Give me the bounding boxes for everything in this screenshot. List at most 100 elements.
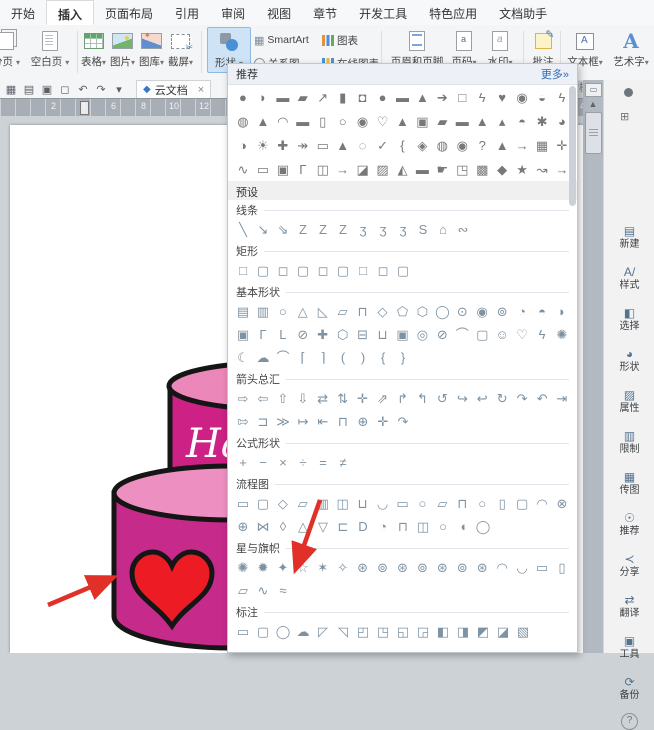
shape-swatch[interactable]: △ — [293, 300, 313, 323]
shape-swatch[interactable]: ↻ — [492, 387, 512, 410]
shape-swatch[interactable]: ◭ — [393, 158, 413, 181]
shape-swatch[interactable]: ↷ — [512, 387, 532, 410]
shape-swatch[interactable]: ◩ — [473, 620, 493, 643]
shape-swatch[interactable]: ↱ — [393, 387, 413, 410]
shape-swatch[interactable]: ♡ — [373, 110, 393, 133]
shape-swatch[interactable]: ◪ — [353, 158, 373, 181]
shape-swatch[interactable]: ▭ — [233, 620, 253, 643]
shape-swatch[interactable]: ◲ — [413, 620, 433, 643]
shape-swatch[interactable]: ◊ — [273, 515, 293, 538]
shape-swatch[interactable]: ÷ — [293, 451, 313, 474]
shape-swatch[interactable]: ▲ — [253, 110, 273, 133]
shape-swatch[interactable]: ▣ — [393, 323, 413, 346]
shape-swatch[interactable]: ⊐ — [253, 410, 273, 433]
shape-swatch[interactable]: ▽ — [313, 515, 333, 538]
shape-swatch[interactable]: ↪ — [452, 387, 472, 410]
shape-swatch[interactable]: ◻ — [273, 259, 293, 282]
shape-swatch[interactable]: ◯ — [473, 515, 493, 538]
shape-swatch[interactable]: ≫ — [273, 410, 293, 433]
shape-swatch[interactable]: ☁ — [293, 620, 313, 643]
shape-swatch[interactable]: ✦ — [273, 556, 293, 579]
shape-swatch[interactable]: ▭ — [393, 492, 413, 515]
shape-swatch[interactable]: ⊛ — [393, 556, 413, 579]
shape-swatch[interactable]: ✺ — [233, 556, 253, 579]
shape-swatch[interactable]: ▨ — [373, 158, 393, 181]
shape-swatch[interactable]: ⊚ — [452, 556, 472, 579]
shape-swatch[interactable]: ʒ — [393, 218, 413, 241]
shape-swatch[interactable]: ⊓ — [393, 515, 413, 538]
shape-swatch[interactable]: ⇧ — [273, 387, 293, 410]
shape-swatch[interactable]: ⇤ — [313, 410, 333, 433]
shape-swatch[interactable]: ▢ — [393, 259, 413, 282]
shape-swatch[interactable]: ▲ — [393, 110, 413, 133]
shape-swatch[interactable]: ◫ — [413, 515, 433, 538]
shape-swatch[interactable]: □ — [452, 86, 472, 109]
shape-swatch[interactable]: △ — [293, 515, 313, 538]
shape-swatch[interactable]: ▭ — [253, 158, 273, 181]
shape-swatch[interactable]: ☛ — [432, 158, 452, 181]
tab-doc-assistant[interactable]: 文档助手 — [488, 0, 558, 25]
shape-swatch[interactable]: ⊏ — [333, 515, 353, 538]
picture-button[interactable]: 图片▾ — [108, 28, 137, 70]
shape-swatch[interactable]: ○ — [273, 300, 293, 323]
shape-swatch[interactable]: ↠ — [293, 134, 313, 157]
shape-swatch[interactable]: ▩ — [472, 158, 492, 181]
undo-icon[interactable]: ↶ — [76, 83, 90, 96]
shape-swatch[interactable]: ⇄ — [313, 387, 333, 410]
shape-swatch[interactable]: ◆ — [492, 158, 512, 181]
scrollbar-thumb[interactable] — [585, 112, 602, 154]
shape-swatch[interactable]: ▬ — [293, 110, 313, 133]
shape-swatch[interactable]: ☀ — [253, 134, 273, 157]
print-icon[interactable]: ▣ — [40, 83, 54, 96]
shape-swatch[interactable]: ▣ — [273, 158, 293, 181]
shape-swatch[interactable]: ◠ — [492, 556, 512, 579]
shape-swatch[interactable]: ↦ — [293, 410, 313, 433]
shape-swatch[interactable]: + — [233, 451, 253, 474]
shape-swatch[interactable]: □ — [233, 259, 253, 282]
shape-swatch[interactable]: ◍ — [432, 134, 452, 157]
shape-swatch[interactable]: ○ — [412, 492, 432, 515]
shape-swatch[interactable]: ⇗ — [373, 387, 393, 410]
shape-swatch[interactable]: ◎ — [412, 323, 432, 346]
chart-button[interactable]: 图表 — [322, 32, 358, 48]
shape-swatch[interactable]: ◠ — [532, 492, 552, 515]
blank-page-button[interactable]: 空白页 ▾ — [26, 28, 74, 70]
sidebar-item-share[interactable]: ≺ 分享 — [604, 552, 654, 579]
shape-swatch[interactable]: ◺ — [313, 300, 333, 323]
shape-swatch[interactable]: ▱ — [432, 492, 452, 515]
scroll-up-icon[interactable]: ▲ — [583, 99, 603, 109]
document-tab[interactable]: ◆ 云文档 × — [136, 80, 211, 99]
sidebar-item-upload-image[interactable]: ▦ 传图 — [604, 470, 654, 497]
shape-swatch[interactable]: ▧ — [513, 620, 533, 643]
shape-swatch[interactable]: ◉ — [353, 110, 373, 133]
shape-swatch[interactable]: ↶ — [532, 387, 552, 410]
more-link[interactable]: 更多» — [541, 66, 569, 82]
shape-swatch[interactable]: ⇥ — [552, 387, 572, 410]
shape-swatch[interactable]: ▯ — [492, 492, 512, 515]
shape-swatch[interactable]: ▭ — [313, 134, 333, 157]
shape-swatch[interactable]: ▰ — [293, 86, 313, 109]
vertical-scrollbar[interactable]: ▭ ▲ — [583, 80, 603, 653]
shape-swatch[interactable]: S — [413, 218, 433, 241]
sidebar-item-translate[interactable]: ⇄ 翻译 — [604, 593, 654, 620]
shape-swatch[interactable]: ▭ — [532, 556, 552, 579]
shape-swatch[interactable]: ✱ — [532, 110, 552, 133]
shape-swatch[interactable]: ○ — [433, 515, 453, 538]
shape-swatch[interactable]: ✓ — [373, 134, 393, 157]
shape-swatch[interactable]: ▢ — [253, 259, 273, 282]
shape-swatch[interactable]: ▲ — [472, 110, 492, 133]
table-button[interactable]: 表格▾ — [79, 28, 108, 70]
shape-swatch[interactable]: ✧ — [333, 556, 353, 579]
shape-swatch[interactable]: ▣ — [233, 323, 253, 346]
gallery-button[interactable]: 图库▾ — [137, 28, 166, 70]
sidebar-item-recommend[interactable]: ☉ 推荐 — [604, 511, 654, 538]
align-grid-icon[interactable]: ⊞ — [620, 110, 629, 123]
shape-swatch[interactable]: → — [333, 158, 353, 181]
shape-swatch[interactable]: ◧ — [433, 620, 453, 643]
sidebar-item-styles[interactable]: A/ 样式 — [604, 265, 654, 292]
shape-swatch[interactable]: ▢ — [333, 259, 353, 282]
shape-swatch[interactable]: ◠ — [273, 110, 293, 133]
sidebar-item-properties[interactable]: ▨ 属性 — [604, 388, 654, 415]
shape-swatch[interactable]: ◉ — [472, 300, 492, 323]
tab-home[interactable]: 开始 — [0, 0, 46, 25]
